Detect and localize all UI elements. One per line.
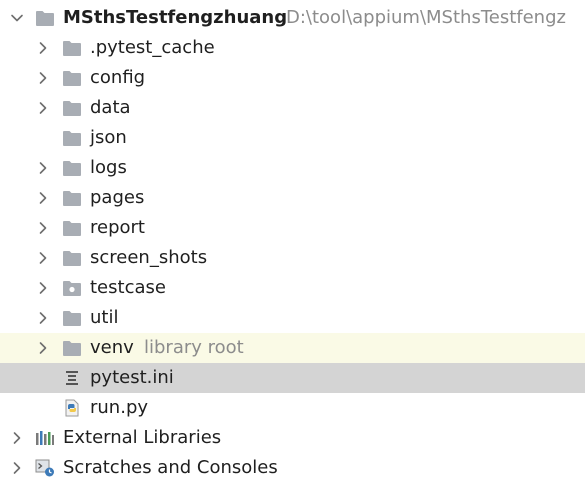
chevron-down-icon[interactable] — [9, 10, 25, 26]
tree-item-pages[interactable]: pages — [0, 183, 585, 213]
tree-item-label: venv — [90, 337, 134, 358]
tree-item-label: pytest.ini — [90, 367, 174, 388]
tree-item-label: screen_shots — [90, 247, 208, 268]
tree-item-label: util — [90, 307, 119, 328]
tree-item-label: pages — [90, 187, 145, 208]
tree-item-venv[interactable]: venv library root — [0, 333, 585, 363]
tree-item-label: json — [90, 127, 127, 148]
tree-item-external-libraries[interactable]: External Libraries — [0, 423, 585, 453]
tree-item-label: .pytest_cache — [90, 37, 215, 58]
chevron-right-icon[interactable] — [35, 220, 51, 236]
chevron-right-icon[interactable] — [9, 460, 25, 476]
tree-item-label: logs — [90, 157, 127, 178]
tree-item-label: Scratches and Consoles — [63, 457, 278, 478]
tree-item-label: report — [90, 217, 145, 238]
scratches-icon — [35, 459, 54, 477]
chevron-right-icon[interactable] — [35, 190, 51, 206]
tree-item-testcase[interactable]: testcase — [0, 273, 585, 303]
folder-icon — [63, 251, 81, 266]
tree-item-pytest-cache[interactable]: .pytest_cache — [0, 33, 585, 63]
package-folder-icon — [63, 281, 81, 296]
tree-item-run-py[interactable]: run.py — [0, 393, 585, 423]
folder-icon — [63, 71, 81, 86]
tree-item-logs[interactable]: logs — [0, 153, 585, 183]
chevron-right-icon[interactable] — [35, 340, 51, 356]
library-root-hint: library root — [144, 337, 244, 358]
python-file-icon — [65, 399, 79, 417]
project-tree: MSthsTestfengzhuang D:\tool\appium\MSths… — [0, 0, 585, 486]
tree-item-pytest-ini[interactable]: pytest.ini — [0, 363, 585, 393]
chevron-right-icon[interactable] — [35, 100, 51, 116]
folder-icon — [63, 161, 81, 176]
folder-icon — [63, 221, 81, 236]
folder-icon — [63, 101, 81, 116]
project-path: D:\tool\appium\MSthsTestfengz — [286, 7, 566, 28]
tree-item-util[interactable]: util — [0, 303, 585, 333]
chevron-right-icon[interactable] — [35, 250, 51, 266]
folder-icon — [63, 191, 81, 206]
tree-item-json[interactable]: json — [0, 123, 585, 153]
chevron-right-icon[interactable] — [35, 70, 51, 86]
tree-item-label: data — [90, 97, 131, 118]
chevron-right-icon[interactable] — [35, 40, 51, 56]
tree-item-label: config — [90, 67, 146, 88]
tree-item-scratches[interactable]: Scratches and Consoles — [0, 453, 585, 483]
tree-item-label: run.py — [90, 397, 149, 418]
ini-file-icon — [66, 371, 78, 385]
folder-icon — [36, 11, 54, 26]
chevron-right-icon[interactable] — [35, 280, 51, 296]
tree-item-report[interactable]: report — [0, 213, 585, 243]
libraries-icon — [36, 431, 54, 445]
folder-icon — [63, 341, 81, 356]
folder-icon — [63, 41, 81, 56]
tree-item-label: testcase — [90, 277, 166, 298]
tree-row-project-root[interactable]: MSthsTestfengzhuang D:\tool\appium\MSths… — [0, 3, 585, 33]
chevron-right-icon[interactable] — [35, 160, 51, 176]
tree-item-config[interactable]: config — [0, 63, 585, 93]
tree-item-screen-shots[interactable]: screen_shots — [0, 243, 585, 273]
chevron-right-icon[interactable] — [35, 310, 51, 326]
tree-item-label: External Libraries — [63, 427, 222, 448]
folder-icon — [63, 131, 81, 146]
project-name: MSthsTestfengzhuang — [63, 7, 288, 28]
chevron-right-icon[interactable] — [9, 430, 25, 446]
folder-icon — [63, 311, 81, 326]
tree-item-data[interactable]: data — [0, 93, 585, 123]
